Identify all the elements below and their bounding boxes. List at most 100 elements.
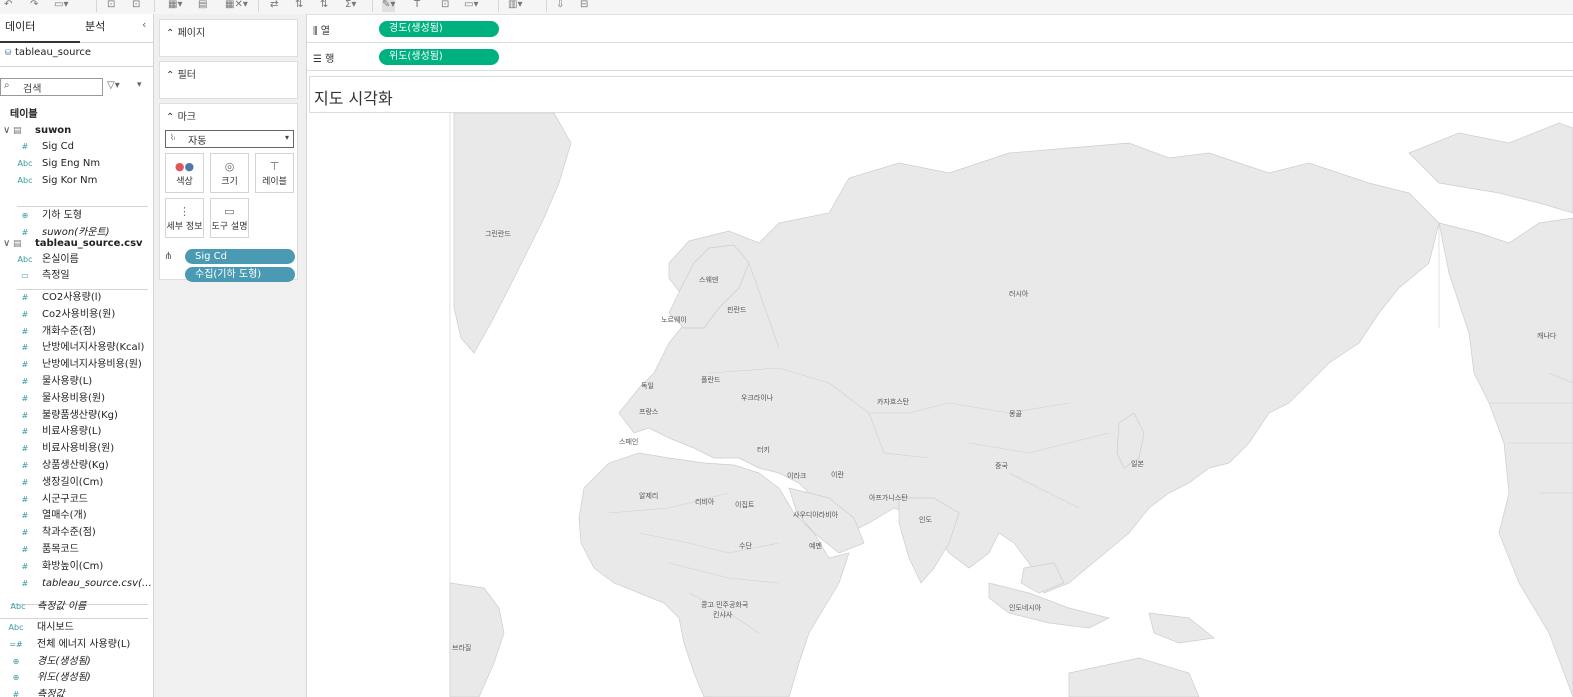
new-datasource-icon[interactable]: ⊡	[107, 0, 115, 12]
sort-asc-icon[interactable]: ⇅	[295, 0, 303, 12]
field-2[interactable]: Abc Sig Kor Nm	[0, 173, 153, 189]
measure-11[interactable]: # 생장길이(Cm)	[0, 475, 153, 491]
field-label: tableau_source.csv(…	[42, 577, 152, 589]
measure-0[interactable]: # CO2사용량(l)	[0, 290, 153, 306]
field-type-icon: #	[21, 578, 29, 588]
search-input[interactable]: ⌕ 검색	[0, 78, 103, 96]
sort-desc-icon[interactable]: ⇅	[320, 0, 328, 12]
field-geometry[interactable]: ⊕ 기하 도형	[0, 208, 153, 224]
measure-2[interactable]: # 개화수준(점)	[0, 324, 153, 340]
bottom-field-0[interactable]: Abc 대시보드	[0, 620, 153, 636]
field-type-icon: #	[21, 142, 29, 151]
measure-3[interactable]: # 난방에너지사용량(Kcal)	[0, 340, 153, 356]
label-button[interactable]: ⊤ 레이블	[255, 153, 294, 193]
measure-13[interactable]: # 열매수(개)	[0, 508, 153, 524]
measure-10[interactable]: # 상품생산량(Kg)	[0, 458, 153, 474]
mark-type-select[interactable]: ⌇ₗ 자동 ▾	[165, 130, 294, 148]
field-label: 대시보드	[37, 622, 74, 633]
cards-panel: ⌃ 페이지 ⌃ 필터 ⌃ 마크 ⌇ₗ 자동 ▾ ●● 색상 ◎ 크기 ⊤ 레이블…	[154, 14, 307, 697]
longitude-pill[interactable]: 경도(생성됨)	[379, 21, 499, 37]
measure-7[interactable]: # 불량품생산량(Kg)	[0, 408, 153, 424]
field-measure-names[interactable]: Abc 측정값 이름	[0, 599, 153, 615]
field-type-icon: #	[21, 293, 29, 302]
tables-heading: 테이블	[10, 109, 38, 120]
measure-4[interactable]: # 난방에너지사용비용(원)	[0, 357, 153, 373]
field-type-icon: Abc	[17, 159, 33, 168]
detail-button[interactable]: ⋮ 세부 정보	[165, 198, 204, 238]
map-label: 인도네시아	[1009, 604, 1042, 612]
tab-data[interactable]: 데이터	[5, 18, 35, 34]
dim-0[interactable]: Abc 온실이름	[0, 252, 153, 268]
download-icon[interactable]: ⇩	[556, 0, 564, 12]
redo-icon[interactable]: ↷	[30, 0, 38, 12]
field-label: 난방에너지사용량(Kcal)	[42, 342, 145, 354]
bottom-field-3[interactable]: ⊕ 위도(생성됨)	[0, 670, 153, 686]
totals-icon[interactable]: Σ▾	[345, 0, 356, 12]
table-suwon[interactable]: ∨ ▤ suwon	[0, 123, 153, 139]
tab-analysis[interactable]: 분석	[85, 18, 105, 34]
rows-shelf[interactable]: ☰ 행 위도(생성됨)	[307, 45, 1573, 71]
chevron-down-icon: ▾	[284, 133, 289, 142]
tooltip-button[interactable]: ▭ 도구 설명	[210, 198, 249, 238]
label-icon[interactable]: T	[414, 0, 420, 12]
field-label: Sig Cd	[42, 141, 74, 152]
color-button[interactable]: ●● 색상	[165, 153, 204, 193]
pause-icon[interactable]: ⊡	[132, 0, 140, 12]
field-label: 위도(생성됨)	[37, 672, 91, 684]
measure-8[interactable]: # 비료사용량(L)	[0, 424, 153, 440]
measure-14[interactable]: # 착과수준(점)	[0, 525, 153, 541]
filter-icon[interactable]: ▽▾	[107, 80, 120, 91]
bottom-field-1[interactable]: =# 전체 에너지 사용량(L)	[0, 637, 153, 653]
measure-extra-0[interactable]: # 화방높이(Cm)	[0, 559, 153, 575]
filters-card[interactable]: ⌃ 필터	[159, 61, 298, 99]
latitude-pill[interactable]: 위도(생성됨)	[379, 49, 499, 65]
viz-title-box[interactable]: 지도 시각화	[309, 76, 1573, 113]
swap-icon[interactable]: ⇄	[270, 0, 278, 12]
collect-geometry-pill[interactable]: 수집(기하 도형)	[185, 267, 295, 282]
measure-12[interactable]: # 시군구코드	[0, 492, 153, 508]
field-type-icon: #	[21, 528, 29, 538]
chevron-up-icon: ⌃	[166, 70, 178, 81]
map-label: 알제리	[639, 492, 659, 500]
field-type-icon: #	[21, 461, 29, 470]
datasource-item[interactable]: ⛁ tableau_source	[0, 45, 153, 61]
presentation-icon[interactable]: ⊟	[580, 0, 588, 12]
bottom-field-2[interactable]: ⊕ 경도(생성됨)	[0, 654, 153, 670]
highlight-icon[interactable]: ✎▾	[382, 0, 396, 12]
map-label: 캐나다	[1537, 332, 1557, 340]
field-type-icon: #	[21, 494, 29, 504]
world-map[interactable]: 그린란드 스웨덴 핀란드 노르웨이 러시아 독일 폴란드 우크라이나 프랑스 스페인 카자흐스탄 몽골…	[309, 113, 1573, 697]
sig-cd-pill[interactable]: Sig Cd	[185, 249, 295, 264]
field-0[interactable]: # Sig Cd	[0, 139, 153, 155]
chevron-down-icon[interactable]: ▾	[137, 80, 142, 90]
new-sheet-icon[interactable]: ▦▾	[168, 0, 182, 12]
duplicate-icon[interactable]: ▤	[198, 0, 207, 12]
pages-card[interactable]: ⌃ 페이지	[159, 19, 298, 57]
collapse-pane-icon[interactable]: ‹	[142, 18, 146, 31]
size-button[interactable]: ◎ 크기	[210, 153, 249, 193]
show-me-icon[interactable]: ▥▾	[508, 0, 522, 12]
annotate-icon[interactable]: ⊡	[441, 0, 449, 12]
undo-icon[interactable]: ↶	[4, 0, 12, 12]
table-tableau-source[interactable]: ∨ ▤ tableau_source.csv	[0, 236, 153, 252]
bottom-field-4[interactable]: # 측정값	[0, 687, 153, 697]
tooltip-icon: ▭	[224, 205, 235, 218]
measure-15[interactable]: # 품목코드	[0, 542, 153, 558]
columns-shelf[interactable]: ⫼ 열 경도(생성됨)	[307, 17, 1573, 43]
measure-6[interactable]: # 물사용비용(원)	[0, 391, 153, 407]
measure-9[interactable]: # 비료사용비용(원)	[0, 441, 153, 457]
field-type-icon: #	[21, 410, 29, 420]
measure-1[interactable]: # Co2사용비용(원)	[0, 307, 153, 323]
dim-1[interactable]: ▭ 측정일	[0, 268, 153, 284]
field-1[interactable]: Abc Sig Eng Nm	[0, 156, 153, 172]
field-type-icon: #	[21, 360, 29, 370]
measure-5[interactable]: # 물사용량(L)	[0, 374, 153, 390]
measure-extra-1[interactable]: # tableau_source.csv(…	[0, 576, 153, 592]
data-pane: 데이터 분석 ‹ ⛁ tableau_source ⌕ 검색 ▽▾ ▾ 테이블 …	[0, 14, 154, 697]
map-label: 프랑스	[639, 408, 659, 416]
map-label: 스웨덴	[699, 276, 719, 284]
field-label: 비료사용비용(원)	[42, 443, 115, 455]
clear-icon[interactable]: ▦✕▾	[225, 0, 248, 12]
fit-icon[interactable]: ▭▾	[464, 0, 478, 12]
save-icon[interactable]: ▭▾	[54, 0, 68, 12]
